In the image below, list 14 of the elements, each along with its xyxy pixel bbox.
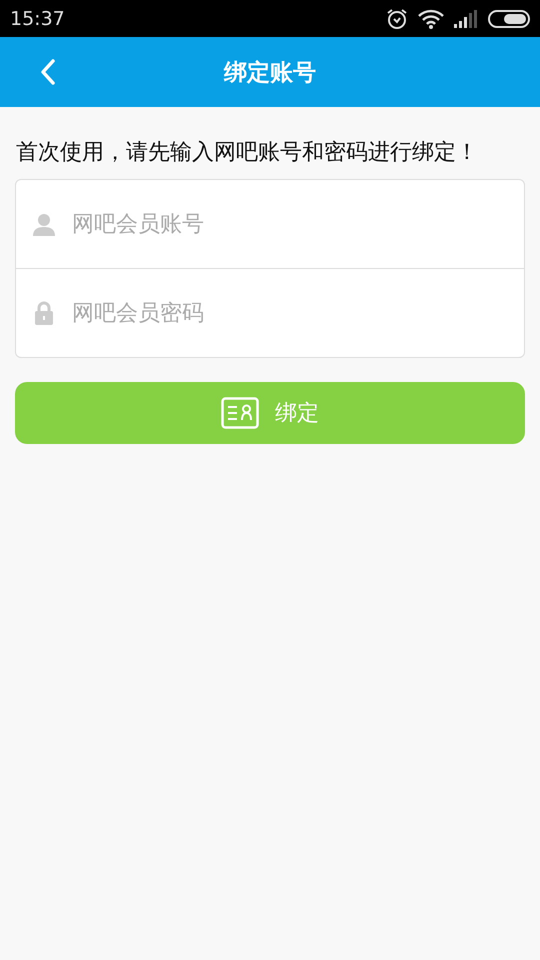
- page-title: 绑定账号: [224, 58, 316, 88]
- lock-icon: [34, 301, 54, 325]
- battery-icon: [488, 10, 530, 28]
- password-field[interactable]: 网吧会员密码: [70, 292, 514, 334]
- status-time: 15:37: [10, 8, 65, 30]
- id-card-icon: [221, 397, 259, 429]
- person-icon: [32, 212, 56, 236]
- bind-button[interactable]: 绑定: [15, 382, 525, 444]
- account-field[interactable]: 网吧会员账号: [70, 203, 514, 245]
- instruction-text: 首次使用，请先输入网吧账号和密码进行绑定！: [16, 139, 479, 167]
- signal-icon: [454, 10, 478, 28]
- alarm-icon: [386, 8, 408, 30]
- back-icon: [40, 58, 56, 86]
- wifi-icon: [418, 8, 444, 28]
